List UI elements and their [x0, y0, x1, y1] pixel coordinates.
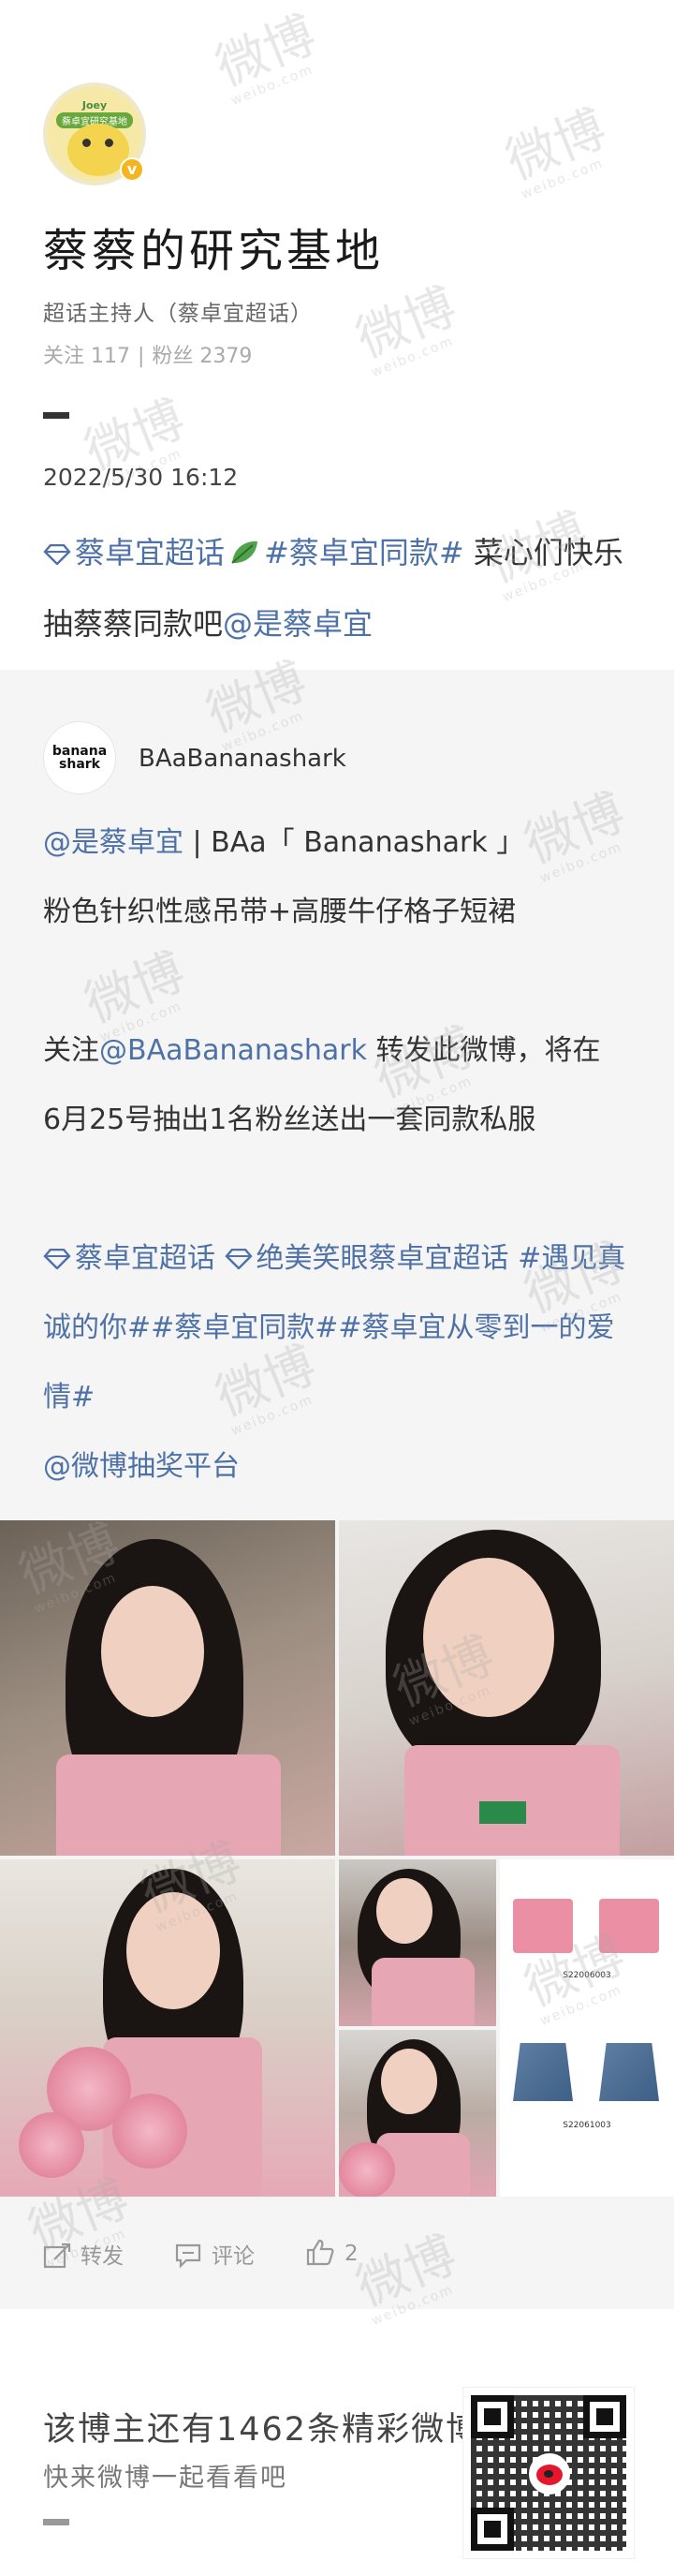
repost-line-text: | BAa「 Bananashark 」: [183, 826, 525, 859]
footer-subtitle: 快来微博一起看看吧: [43, 2464, 287, 2493]
qr-finder: [471, 2508, 514, 2551]
repost-username[interactable]: BAaBananashark: [139, 745, 346, 773]
action-bar: 转发 评论 2: [0, 2225, 674, 2290]
avatar-eye: [82, 139, 91, 147]
repost-line: 粉色针织性感吊带+高腰牛仔格子短裙: [43, 896, 517, 928]
fans-count[interactable]: 粉丝 2379: [152, 345, 252, 368]
mention-link[interactable]: @是蔡卓宜: [43, 826, 183, 859]
page-title: 蔡蔡的研究基地: [43, 225, 385, 277]
comment-label: 评论: [212, 2244, 255, 2269]
avatar-eye: [105, 139, 113, 147]
product-skirt: [513, 2043, 573, 2101]
topic-link-tongkuan[interactable]: #蔡卓宜同款#: [264, 535, 464, 570]
diamond-icon: [43, 544, 71, 565]
footer-title: 该博主还有1462条精彩微博: [43, 2411, 481, 2449]
mention-link[interactable]: @BAaBananashark: [99, 1034, 367, 1067]
repost-tags: 蔡卓宜超话 绝美笑眼蔡卓宜超话 #遇见真诚的你##蔡卓宜同款##蔡卓宜从零到一的…: [43, 1224, 637, 1432]
photo-face: [381, 2049, 437, 2114]
qr-finder: [583, 2395, 626, 2438]
photo-face: [376, 1878, 432, 1944]
topic-link[interactable]: 蔡卓宜超话: [43, 535, 225, 570]
comment-button[interactable]: 评论: [174, 2238, 255, 2270]
qr-finder: [471, 2395, 514, 2438]
weibo-logo-icon: [529, 2453, 570, 2495]
repost-blank-line: [43, 947, 637, 1016]
divider: [43, 412, 69, 419]
follow-count[interactable]: 关注 117: [43, 345, 130, 368]
photo-rose: [339, 2142, 395, 2197]
repost-avatar-text: shark: [59, 757, 100, 772]
stats-separator: |: [138, 345, 145, 368]
repost-label: 转发: [81, 2244, 124, 2269]
topic-link[interactable]: 绝美笑眼蔡卓宜超话: [256, 1242, 509, 1275]
footer-promo: 该博主还有1462条精彩微博 快来微博一起看看吧: [0, 2309, 674, 2576]
product-code: S22061003: [563, 2121, 611, 2130]
photo-3[interactable]: [0, 1859, 335, 2197]
product-top: [599, 1899, 659, 1953]
avatar-badge-top: Joey: [81, 99, 108, 111]
profile-subtitle: 超话主持人（蔡卓宜超话）: [43, 302, 313, 326]
qr-code[interactable]: [463, 2388, 634, 2558]
photo-rose: [112, 2094, 187, 2169]
mention-link[interactable]: @是蔡卓宜: [223, 606, 373, 642]
repost-text: @是蔡卓宜 | BAa「 Bananashark 」 粉色针织性感吊带+高腰牛仔…: [43, 808, 637, 1502]
repost-icon: [43, 2243, 71, 2269]
repost-button[interactable]: 转发: [43, 2238, 124, 2270]
repost-avatar[interactable]: banana shark: [43, 721, 116, 794]
repost-line-text: 转发此微博，将在: [366, 1034, 601, 1067]
like-count: 2: [344, 2242, 359, 2266]
photo-face: [101, 1586, 204, 1717]
profile-stats: 关注 117 | 粉丝 2379: [43, 339, 252, 369]
repost-blank-line: [43, 1155, 637, 1224]
post-text: 蔡卓宜超话 #蔡卓宜同款# 菜心们快乐抽蔡蔡同款吧@是蔡卓宜: [43, 517, 637, 659]
topic-link[interactable]: 蔡卓宜超话: [75, 1242, 215, 1275]
repost-line: @是蔡卓宜 | BAa「 Bananashark 」: [43, 808, 637, 878]
photo-top: [372, 1958, 475, 2026]
diamond-icon: [43, 1249, 71, 1269]
leaf-icon: [231, 540, 258, 564]
repost-avatar-text: banana: [51, 744, 108, 759]
product-top: [513, 1899, 573, 1953]
photo-1[interactable]: [0, 1520, 335, 1856]
comment-icon: [175, 2243, 201, 2269]
photo-rose: [19, 2112, 84, 2178]
photo-4[interactable]: [339, 1859, 496, 2026]
photo-grid: S22006003 S22061003: [0, 1520, 674, 2197]
platform-mention[interactable]: @微博抽奖平台: [43, 1432, 637, 1502]
product-skirt: [599, 2043, 659, 2101]
product-code: S22006003: [563, 1971, 611, 1980]
photo-2[interactable]: [339, 1520, 674, 1856]
photo-6-product[interactable]: S22006003 S22061003: [500, 1859, 674, 2197]
photo-top: [404, 1745, 620, 1856]
diamond-icon: [224, 1249, 253, 1269]
topic-link-label: 蔡卓宜超话: [75, 535, 226, 570]
thumbs-up-icon: [306, 2239, 334, 2266]
footer-divider: [43, 2519, 69, 2525]
repost-line: 6月25号抽出1名粉丝送出一套同款私服: [43, 1103, 536, 1136]
photo-top: [56, 1754, 281, 1856]
reposted-card[interactable]: banana shark BAaBananashark @是蔡卓宜 | BAa「…: [0, 670, 674, 2309]
verified-icon: v: [120, 157, 144, 182]
like-button[interactable]: 2: [305, 2238, 359, 2266]
repost-line: 关注@BAaBananashark 转发此微博，将在: [43, 1016, 637, 1086]
photo-face: [126, 1892, 220, 2009]
photo-label: [479, 1801, 526, 1824]
profile-header: Joey 蔡卓宜研究基地 v 蔡蔡的研究基地 超话主持人（蔡卓宜超话） 关注 1…: [0, 0, 674, 670]
photo-5[interactable]: [339, 2030, 496, 2197]
photo-face: [423, 1558, 554, 1717]
repost-line-text: 关注: [43, 1034, 99, 1067]
post-date: 2022/5/30 16:12: [43, 464, 239, 491]
